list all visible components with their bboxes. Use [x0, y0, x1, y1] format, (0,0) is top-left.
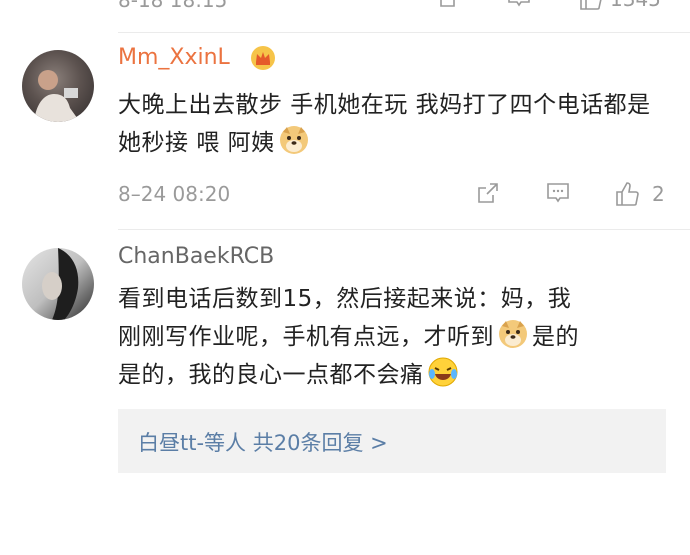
like-count: 2: [652, 182, 665, 206]
username[interactable]: Mm_XxinL: [118, 45, 230, 70]
comment-icon[interactable]: [506, 0, 532, 14]
doge-emoji-icon: [497, 318, 529, 350]
thumbs-up-icon: [580, 0, 602, 10]
comment-text-body: 大晚上出去散步 手机她在玩 我妈打了四个电话都是她秒接 喂 阿姨: [118, 92, 651, 156]
crown-badge-icon: [250, 45, 276, 75]
comment-text: 大晚上出去散步 手机她在玩 我妈打了四个电话都是她秒接 喂 阿姨: [118, 86, 663, 162]
comment-text-line: 看到电话后数到15，然后接起来说：妈，我: [118, 286, 572, 312]
replies-summary-link[interactable]: 白昼tt-等人 共20条回复 >: [138, 427, 388, 457]
like-button[interactable]: 1345: [578, 0, 661, 12]
like-count: 1345: [610, 0, 661, 11]
thumbs-up-icon: [616, 182, 639, 206]
like-button[interactable]: 2: [614, 180, 665, 208]
share-icon[interactable]: [476, 181, 500, 209]
avatar[interactable]: [22, 248, 94, 320]
divider: [118, 32, 690, 33]
replies-panel[interactable]: 白昼tt-等人 共20条回复 >: [118, 409, 666, 473]
comment-text-segment: 是的: [532, 324, 579, 350]
avatar[interactable]: [22, 50, 94, 122]
doge-emoji-icon: [278, 124, 310, 156]
comment-icon[interactable]: [545, 180, 571, 210]
comment-time: 8–24 08:20: [118, 182, 231, 206]
divider: [118, 229, 690, 230]
prev-comment-time: 8-18 18:15: [118, 0, 228, 12]
laughing-tears-emoji-icon: [427, 356, 459, 388]
comment-text-line: 刚刚写作业呢，手机有点远，才听到 是的: [118, 318, 663, 356]
comment-text-segment: 是的，我的良心一点都不会痛: [118, 362, 424, 388]
share-icon[interactable]: [437, 0, 461, 14]
comment-text-segment: 刚刚写作业呢，手机有点远，才听到: [118, 324, 494, 350]
comment-text: 看到电话后数到15，然后接起来说：妈，我 刚刚写作业呢，手机有点远，才听到 是的…: [118, 280, 663, 394]
username[interactable]: ChanBaekRCB: [118, 244, 274, 269]
comment-text-line: 是的，我的良心一点都不会痛: [118, 356, 663, 394]
